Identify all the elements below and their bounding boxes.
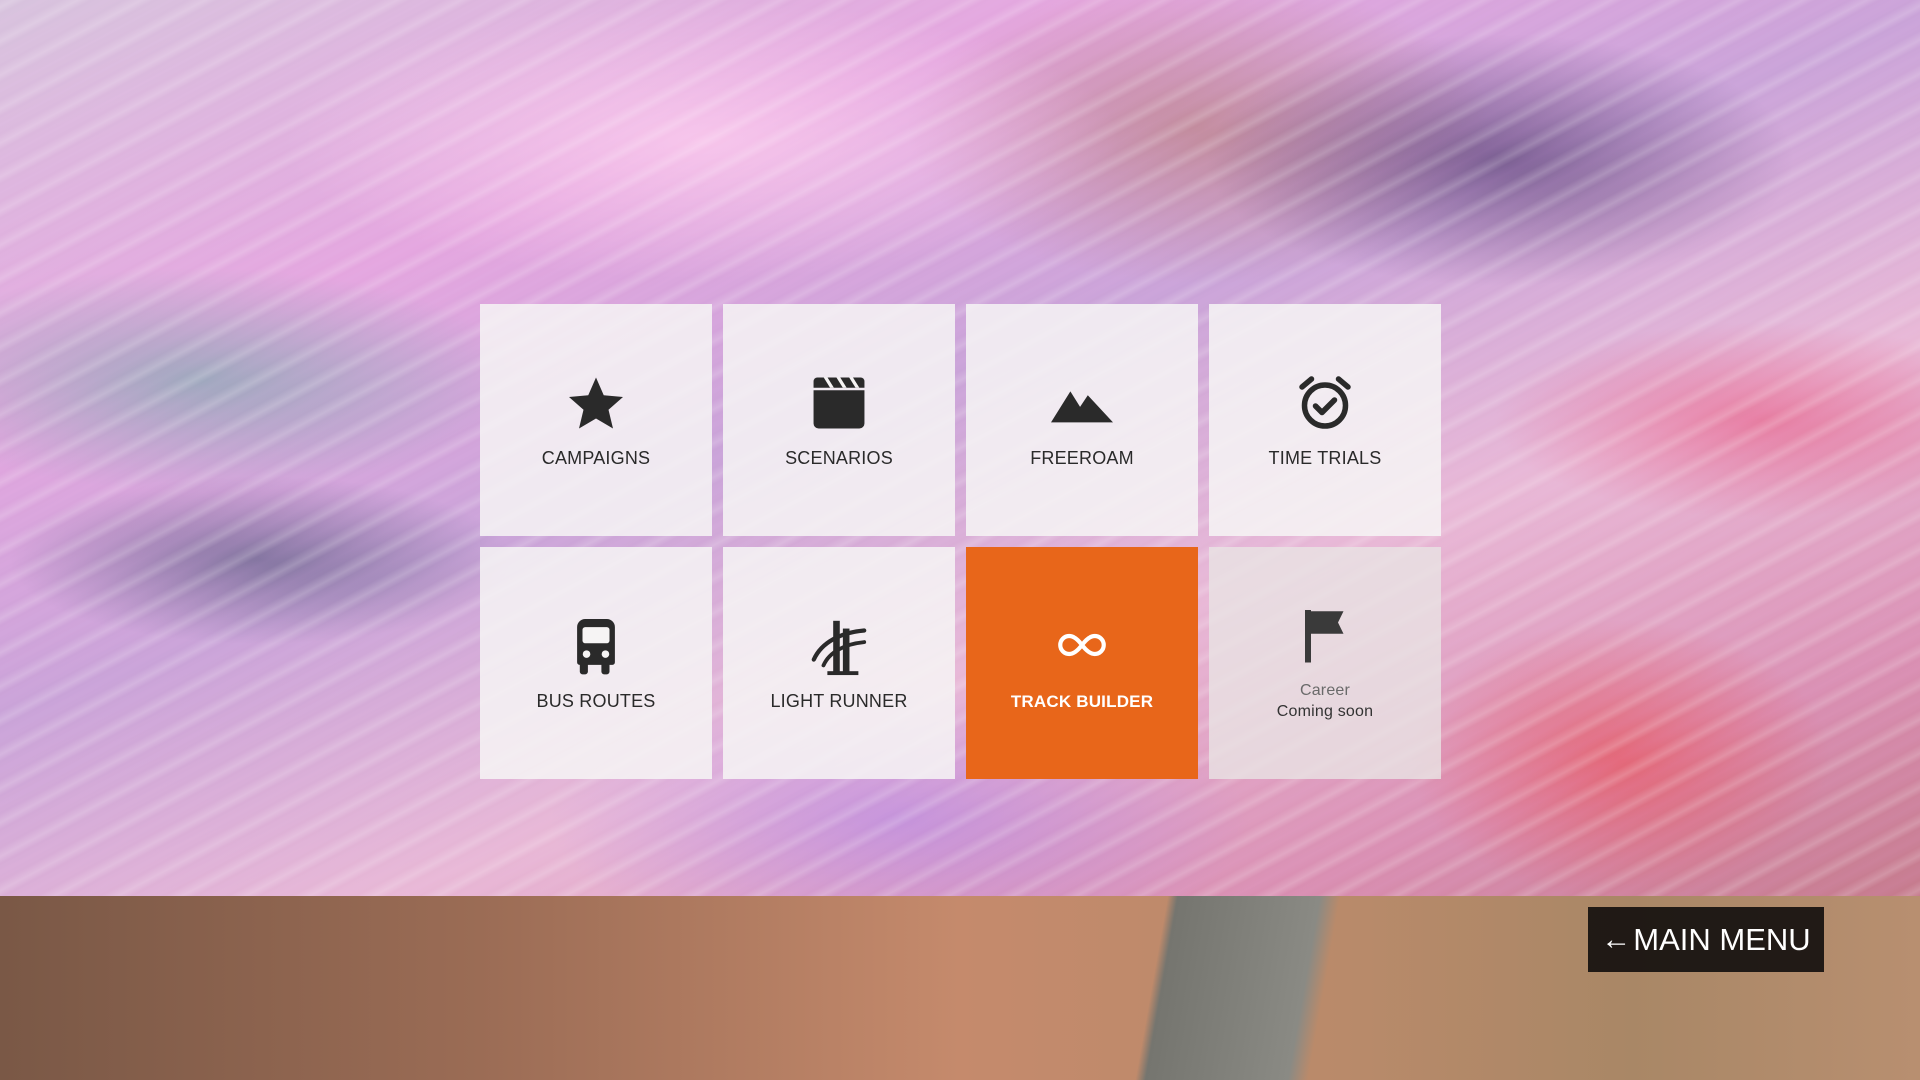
tile-label: BUS ROUTES xyxy=(536,690,656,711)
tile-light-runner[interactable]: LIGHT RUNNER xyxy=(723,547,955,779)
tile-label: CAMPAIGNS xyxy=(541,447,651,468)
tile-bus-routes[interactable]: BUS ROUTES xyxy=(480,547,712,779)
flag-icon xyxy=(1294,604,1356,666)
tile-timetrials[interactable]: TIME TRIALS xyxy=(1209,304,1441,536)
career-label: Career xyxy=(1299,682,1351,699)
tile-scenarios[interactable]: SCENARIOS xyxy=(723,304,955,536)
tile-freeroam[interactable]: FREEROAM xyxy=(966,304,1198,536)
main-menu-label: MAIN MENU xyxy=(1633,921,1811,957)
game-screen: CAMPAIGNS SCENARIOS FREEROAM TIME TRIALS xyxy=(0,0,1920,1080)
background-glitch-overlay xyxy=(0,0,1920,896)
star-icon xyxy=(565,372,627,434)
arrow-left-icon: ← xyxy=(1601,922,1632,956)
alarm-clock-check-icon xyxy=(1294,372,1356,434)
main-menu-button[interactable]: ← MAIN MENU xyxy=(1588,907,1824,972)
tile-label: SCENARIOS xyxy=(785,447,893,468)
tile-label: FREEROAM xyxy=(1030,447,1134,468)
tile-label: LIGHT RUNNER xyxy=(770,690,908,711)
tile-campaigns[interactable]: CAMPAIGNS xyxy=(480,304,712,536)
bus-icon xyxy=(565,615,627,677)
infinity-icon xyxy=(1051,614,1113,676)
tile-track-builder[interactable]: TRACK BUILDER xyxy=(966,547,1198,779)
tile-career: Career Coming soon xyxy=(1209,547,1441,779)
clapperboard-icon xyxy=(808,372,870,434)
tile-label: TIME TRIALS xyxy=(1268,447,1382,468)
tile-label: Career Coming soon xyxy=(1277,680,1373,722)
tile-label: TRACK BUILDER xyxy=(1010,692,1154,711)
coming-soon-label: Coming soon xyxy=(1276,703,1374,720)
mountains-icon xyxy=(1051,372,1113,434)
light-runner-icon xyxy=(808,615,870,677)
